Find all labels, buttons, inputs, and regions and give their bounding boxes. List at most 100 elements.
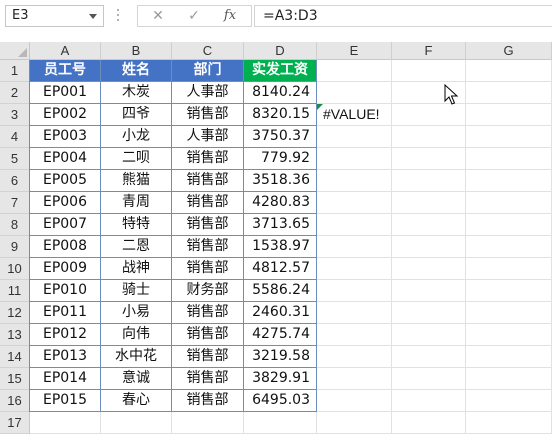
cell-F4[interactable]	[392, 126, 466, 148]
cell-E3[interactable]: #VALUE!	[317, 104, 392, 126]
row-header-8[interactable]: 8	[0, 214, 30, 236]
cell-D8[interactable]: 3713.65	[244, 214, 317, 236]
cell-A5[interactable]: EP004	[30, 148, 101, 170]
cell-C9[interactable]: 销售部	[172, 236, 244, 258]
cell-F10[interactable]	[392, 258, 466, 280]
cell-F13[interactable]	[392, 324, 466, 346]
cell-G4[interactable]	[466, 126, 552, 148]
column-header-A[interactable]: A	[30, 42, 101, 60]
cell-E16[interactable]	[317, 390, 392, 412]
row-header-10[interactable]: 10	[0, 258, 30, 280]
cell-B7[interactable]: 青周	[101, 192, 172, 214]
cell-C7[interactable]: 销售部	[172, 192, 244, 214]
cell-G7[interactable]	[466, 192, 552, 214]
cell-A8[interactable]: EP007	[30, 214, 101, 236]
cell-A9[interactable]: EP008	[30, 236, 101, 258]
cell-B3[interactable]: 四爷	[101, 104, 172, 126]
row-header-11[interactable]: 11	[0, 280, 30, 302]
enter-icon[interactable]: ✓	[182, 6, 206, 26]
cell-E11[interactable]	[317, 280, 392, 302]
cell-C11[interactable]: 财务部	[172, 280, 244, 302]
cell-A6[interactable]: EP005	[30, 170, 101, 192]
cell-D16[interactable]: 6495.03	[244, 390, 317, 412]
cell-E4[interactable]	[317, 126, 392, 148]
cell-D10[interactable]: 4812.57	[244, 258, 317, 280]
select-all-corner[interactable]	[0, 42, 30, 60]
column-header-G[interactable]: G	[466, 42, 552, 60]
cell-B9[interactable]: 二恩	[101, 236, 172, 258]
cell-E2[interactable]	[317, 82, 392, 104]
cell-C10[interactable]: 销售部	[172, 258, 244, 280]
cell-B14[interactable]: 水中花	[101, 346, 172, 368]
column-header-F[interactable]: F	[392, 42, 466, 60]
cell-G5[interactable]	[466, 148, 552, 170]
cell-E7[interactable]	[317, 192, 392, 214]
row-header-2[interactable]: 2	[0, 82, 30, 104]
row-header-9[interactable]: 9	[0, 236, 30, 258]
row-header-14[interactable]: 14	[0, 346, 30, 368]
cell-G16[interactable]	[466, 390, 552, 412]
cell-E13[interactable]	[317, 324, 392, 346]
cell-D6[interactable]: 3518.36	[244, 170, 317, 192]
cell-B16[interactable]: 春心	[101, 390, 172, 412]
cell-C12[interactable]: 销售部	[172, 302, 244, 324]
cell-F17[interactable]	[392, 412, 466, 434]
cell-D17[interactable]	[244, 412, 317, 434]
cell-C8[interactable]: 销售部	[172, 214, 244, 236]
cell-E1[interactable]	[317, 60, 392, 82]
cell-A7[interactable]: EP006	[30, 192, 101, 214]
cell-F5[interactable]	[392, 148, 466, 170]
cell-G1[interactable]	[466, 60, 552, 82]
cell-C5[interactable]: 销售部	[172, 148, 244, 170]
cell-F8[interactable]	[392, 214, 466, 236]
row-header-5[interactable]: 5	[0, 148, 30, 170]
cell-G2[interactable]	[466, 82, 552, 104]
cell-B8[interactable]: 特特	[101, 214, 172, 236]
cell-F3[interactable]	[392, 104, 466, 126]
formula-input[interactable]: =A3:D3	[254, 5, 552, 27]
cell-D5[interactable]: 779.92	[244, 148, 317, 170]
cell-F9[interactable]	[392, 236, 466, 258]
cell-E10[interactable]	[317, 258, 392, 280]
cell-F6[interactable]	[392, 170, 466, 192]
column-header-D[interactable]: D	[244, 42, 317, 60]
cell-G15[interactable]	[466, 368, 552, 390]
cell-F14[interactable]	[392, 346, 466, 368]
cell-D7[interactable]: 4280.83	[244, 192, 317, 214]
column-header-B[interactable]: B	[101, 42, 172, 60]
cell-C4[interactable]: 人事部	[172, 126, 244, 148]
cell-E9[interactable]	[317, 236, 392, 258]
cell-D4[interactable]: 3750.37	[244, 126, 317, 148]
cell-A4[interactable]: EP003	[30, 126, 101, 148]
row-header-1[interactable]: 1	[0, 60, 30, 82]
cell-F1[interactable]	[392, 60, 466, 82]
row-header-6[interactable]: 6	[0, 170, 30, 192]
cell-B15[interactable]: 意诚	[101, 368, 172, 390]
cell-C14[interactable]: 销售部	[172, 346, 244, 368]
row-header-4[interactable]: 4	[0, 126, 30, 148]
cell-B10[interactable]: 战神	[101, 258, 172, 280]
cell-F12[interactable]	[392, 302, 466, 324]
cell-D11[interactable]: 5586.24	[244, 280, 317, 302]
cell-B4[interactable]: 小龙	[101, 126, 172, 148]
cell-D15[interactable]: 3829.91	[244, 368, 317, 390]
cell-G8[interactable]	[466, 214, 552, 236]
cell-E12[interactable]	[317, 302, 392, 324]
cell-G11[interactable]	[466, 280, 552, 302]
cell-F16[interactable]	[392, 390, 466, 412]
cell-C16[interactable]: 销售部	[172, 390, 244, 412]
cell-B6[interactable]: 熊猫	[101, 170, 172, 192]
cell-C2[interactable]: 人事部	[172, 82, 244, 104]
error-indicator-icon[interactable]	[317, 104, 323, 110]
cell-B1[interactable]: 姓名	[101, 60, 172, 82]
cell-A10[interactable]: EP009	[30, 258, 101, 280]
cell-F11[interactable]	[392, 280, 466, 302]
cell-E5[interactable]	[317, 148, 392, 170]
cell-G17[interactable]	[466, 412, 552, 434]
cell-C6[interactable]: 销售部	[172, 170, 244, 192]
row-header-3[interactable]: 3	[0, 104, 30, 126]
chevron-down-icon[interactable]	[89, 14, 97, 19]
cell-B2[interactable]: 木炭	[101, 82, 172, 104]
cell-G9[interactable]	[466, 236, 552, 258]
cell-G13[interactable]	[466, 324, 552, 346]
